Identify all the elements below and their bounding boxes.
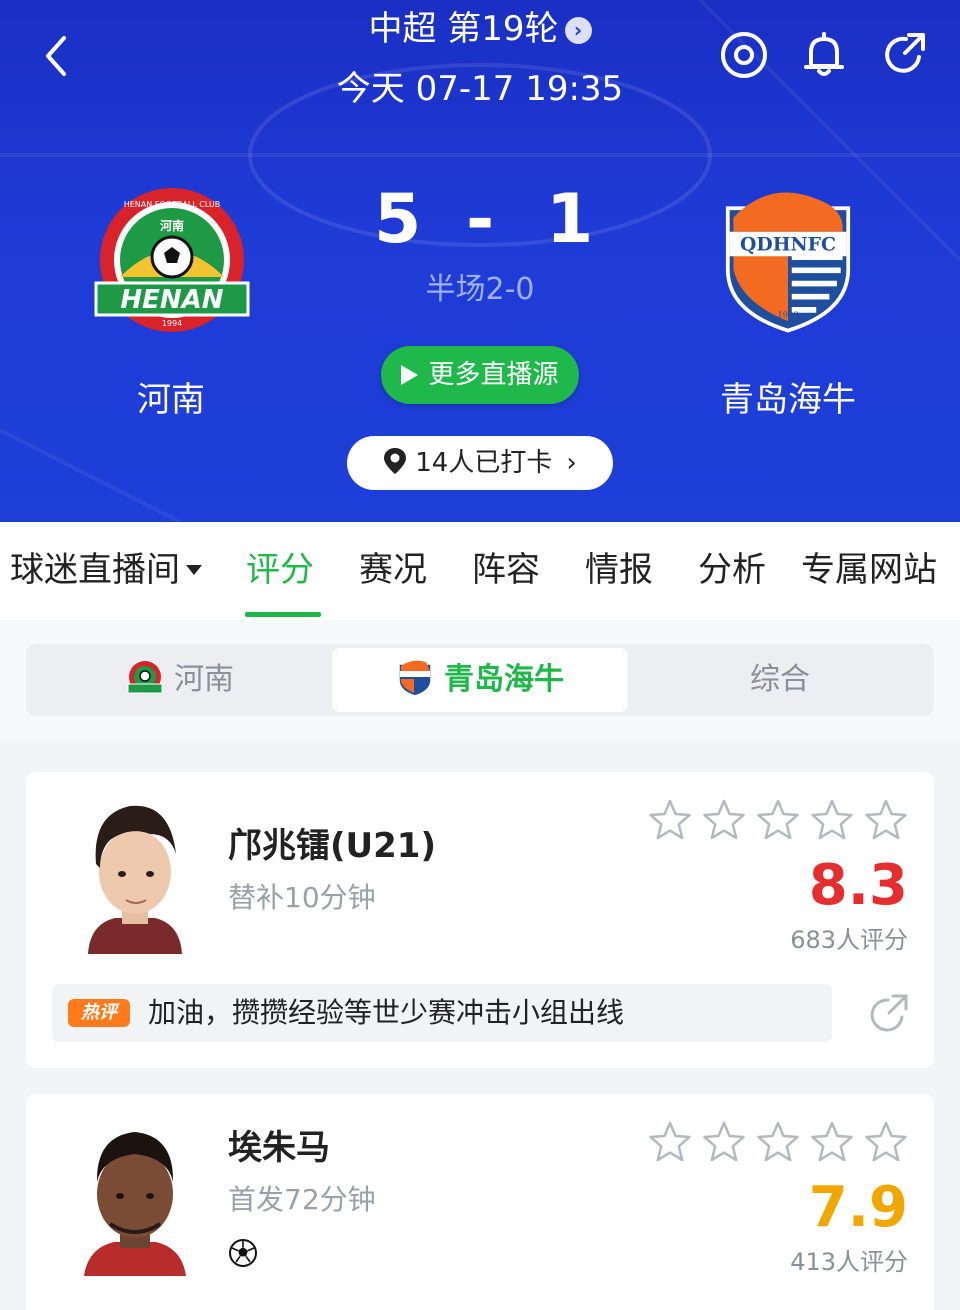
segment-home[interactable]: 河南 (30, 648, 330, 712)
hot-comment[interactable]: 热评 加油，攒攒经验等世少赛冲击小组出线 (52, 984, 832, 1042)
player-name: 邝兆镭(U21) (228, 826, 437, 866)
segment-label: 青岛海牛 (444, 662, 564, 697)
svg-text:HENAN: HENAN (120, 285, 223, 315)
home-team-mini-logo (127, 661, 163, 694)
halftime-score: 半场2-0 (425, 272, 535, 307)
svg-text:QDHNFC: QDHNFC (740, 234, 836, 256)
hot-comment-badge: 热评 (68, 999, 130, 1027)
svg-text:河南: 河南 (159, 218, 184, 233)
player-avatar (88, 805, 182, 954)
more-streams-button[interactable]: 更多直播源 (381, 346, 579, 404)
team-segmented-control: 河南 青岛海牛 综合 (26, 644, 934, 716)
segment-label: 河南 (174, 662, 234, 697)
checkin-button[interactable]: 14人已打卡 › (347, 436, 613, 490)
tab-ratings[interactable]: 评分 (246, 548, 314, 592)
home-team-logo[interactable]: 河南 HENAN FOOTBALL CLUB HENAN 1994 (92, 185, 252, 345)
player-rating-card[interactable]: 邝兆镭(U21) 替补10分钟 8.3 683人评分 热评 加油，攒攒经验等世少… (26, 772, 934, 1068)
tab-intel[interactable]: 情报 (585, 548, 653, 592)
rating-count: 683人评分 (790, 926, 908, 954)
star-icon[interactable] (648, 798, 692, 842)
svg-text:1993: 1993 (777, 309, 799, 319)
svg-text:1994: 1994 (162, 319, 182, 328)
tab-analysis[interactable]: 分析 (698, 548, 766, 592)
star-rating-input[interactable] (648, 1120, 908, 1168)
tab-bar: 球迷直播间 评分 赛况 阵容 情报 分析 专属网站 (0, 522, 960, 620)
match-header: 中超 第19轮 › 今天 07-17 19:35 河南 HENAN FOOTBAL… (0, 0, 960, 522)
player-rating-score: 7.9 (808, 1175, 908, 1240)
home-score: 5 (374, 180, 422, 259)
football-icon (229, 1239, 257, 1267)
star-icon[interactable] (810, 1120, 854, 1164)
segment-away[interactable]: 青岛海牛 (332, 648, 628, 712)
star-icon[interactable] (702, 798, 746, 842)
tab-lineup[interactable]: 阵容 (472, 548, 540, 592)
location-pin-icon (384, 448, 407, 474)
away-team-name[interactable]: 青岛海牛 (658, 378, 918, 422)
svg-text:HENAN FOOTBALL CLUB: HENAN FOOTBALL CLUB (124, 200, 221, 209)
more-streams-label: 更多直播源 (428, 360, 559, 390)
play-icon (401, 365, 419, 385)
chevron-right-icon: › (566, 448, 577, 478)
share-icon[interactable] (866, 992, 910, 1036)
player-minutes: 替补10分钟 (228, 881, 376, 914)
tab-fan-live[interactable]: 球迷直播间 (10, 548, 202, 592)
share-icon[interactable] (879, 30, 929, 80)
hot-comment-text: 加油，攒攒经验等世少赛冲击小组出线 (148, 996, 625, 1029)
score-separator: - (466, 180, 495, 259)
star-icon[interactable] (702, 1120, 746, 1164)
chevron-right-icon: › (564, 17, 592, 44)
star-icon[interactable] (864, 798, 908, 842)
star-icon[interactable] (648, 1120, 692, 1164)
player-name: 埃朱马 (228, 1128, 330, 1168)
player-rating-score: 8.3 (808, 853, 908, 918)
caret-down-icon (186, 565, 202, 575)
away-score: 1 (546, 180, 594, 259)
star-icon[interactable] (864, 1120, 908, 1164)
star-icon[interactable] (756, 1120, 800, 1164)
player-minutes: 首发72分钟 (228, 1183, 376, 1216)
player-avatar (84, 1132, 186, 1276)
away-team-mini-logo (398, 660, 432, 697)
star-rating-input[interactable] (648, 798, 908, 846)
tab-label: 球迷直播间 (10, 550, 180, 590)
tab-match-status[interactable]: 赛况 (359, 548, 427, 592)
tab-official-site[interactable]: 专属网站 (801, 548, 937, 592)
checkin-label: 14人已打卡 (415, 448, 553, 478)
target-icon[interactable] (719, 30, 769, 80)
home-team-name[interactable]: 河南 (41, 378, 301, 422)
rating-count: 413人评分 (790, 1248, 908, 1276)
segment-overall[interactable]: 综合 (630, 648, 930, 712)
star-icon[interactable] (810, 798, 854, 842)
league-round-label: 中超 第19轮 (368, 9, 559, 49)
star-icon[interactable] (756, 798, 800, 842)
active-tab-indicator (245, 612, 321, 617)
player-rating-card[interactable]: 埃朱马 首发72分钟 7.9 413人评分 (26, 1094, 934, 1310)
score: 5 - 1 (330, 180, 630, 260)
bell-icon[interactable] (799, 30, 849, 80)
away-team-logo[interactable]: QDHNFC 1993 (708, 180, 868, 340)
